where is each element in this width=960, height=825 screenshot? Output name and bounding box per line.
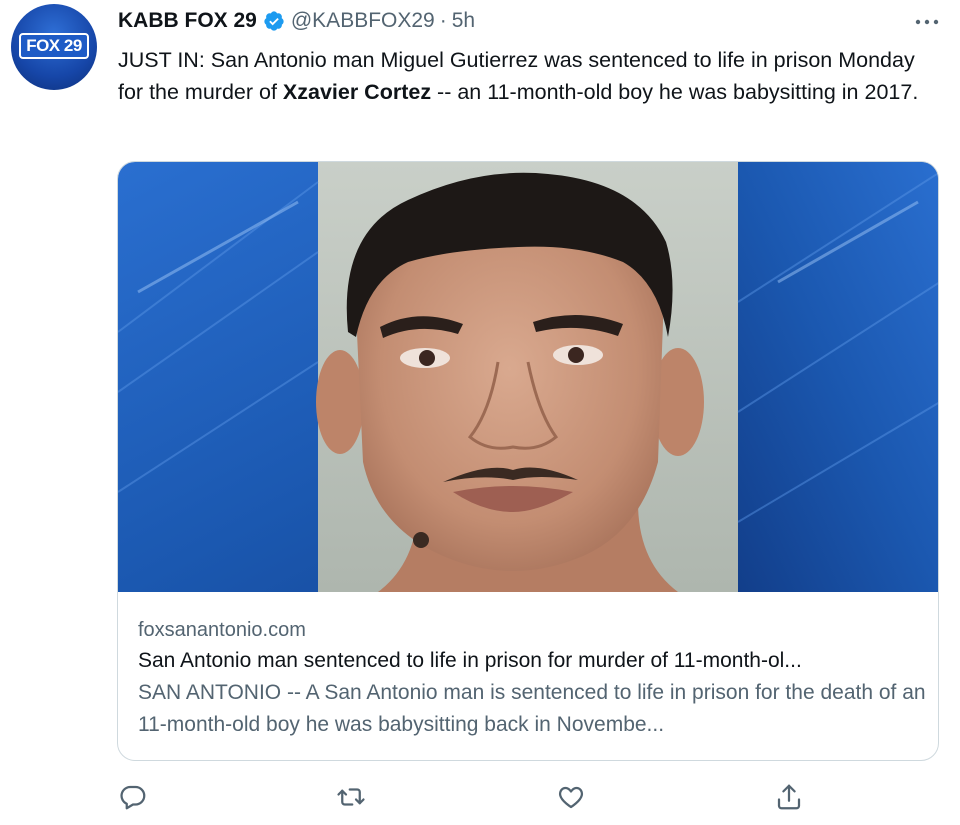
separator-dot: · xyxy=(439,9,447,32)
card-title: San Antonio man sentenced to life in pri… xyxy=(138,649,802,672)
tweet-text: JUST IN: San Antonio man Miguel Gutierre… xyxy=(118,44,938,108)
display-name[interactable]: KABB FOX 29 xyxy=(118,9,257,33)
card-description: SAN ANTONIO -- A San Antonio man is sent… xyxy=(138,681,926,736)
tweet-text-part-end: -- an 11-month-old boy he was babysittin… xyxy=(431,80,919,104)
card-meta: foxsanantonio.com San Antonio man senten… xyxy=(138,615,928,741)
tweet-header: KABB FOX 29 @KABBFOX29 · 5h xyxy=(118,5,475,37)
share-icon[interactable] xyxy=(774,782,808,816)
reply-icon[interactable] xyxy=(118,782,152,816)
fox29-logo: FOX 29 xyxy=(19,33,89,59)
card-domain: foxsanantonio.com xyxy=(138,619,306,641)
retweet-icon[interactable] xyxy=(336,782,370,816)
verified-badge-icon xyxy=(263,10,285,32)
tweet-text-bold-name: Xzavier Cortez xyxy=(282,80,432,104)
link-card[interactable]: foxsanantonio.com San Antonio man senten… xyxy=(117,161,939,761)
card-image[interactable] xyxy=(118,162,938,592)
handle[interactable]: @KABBFOX29 xyxy=(291,9,435,33)
timestamp[interactable]: 5h xyxy=(452,9,475,33)
more-options-icon[interactable] xyxy=(914,10,940,30)
like-icon[interactable] xyxy=(556,782,590,816)
avatar[interactable]: FOX 29 xyxy=(11,4,97,90)
tweet-actions xyxy=(118,782,818,816)
